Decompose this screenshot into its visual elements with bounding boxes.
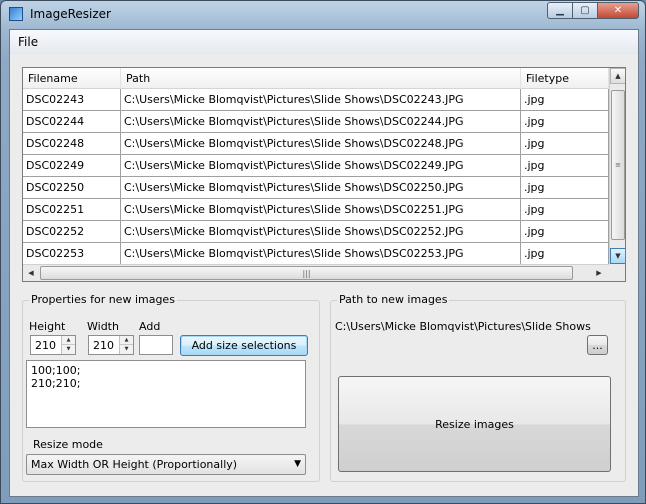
minimize-icon: ▁ — [556, 5, 564, 16]
close-icon: ✕ — [613, 5, 623, 16]
filename-cell[interactable]: DSC02243 — [23, 89, 121, 110]
title-bar[interactable]: ImageResizer ▁ ▢ ✕ — [1, 1, 645, 28]
column-header-filename[interactable]: Filename — [23, 68, 121, 89]
path-cell[interactable]: C:\Users\Micke Blomqvist\Pictures\Slide … — [121, 221, 521, 242]
stepper-up-icon[interactable]: ▲ — [62, 336, 75, 345]
menu-file[interactable]: File — [18, 35, 38, 49]
path-group-title: Path to new images — [337, 293, 450, 306]
filetype-cell[interactable]: .jpg — [521, 177, 609, 198]
properties-group-title: Properties for new images — [29, 293, 177, 306]
grid-rows: DSC02243 C:\Users\Micke Blomqvist\Picture… — [23, 89, 609, 265]
output-path: C:\Users\Micke Blomqvist\Pictures\Slide … — [335, 320, 591, 333]
stepper-up-icon[interactable]: ▲ — [120, 336, 133, 345]
file-grid[interactable]: Filename Path Filetype DSC02243 C:\Users\… — [22, 67, 626, 282]
path-cell[interactable]: C:\Users\Micke Blomqvist\Pictures\Slide … — [121, 133, 521, 154]
minimize-button[interactable]: ▁ — [547, 2, 573, 19]
resize-images-button[interactable]: Resize images — [338, 376, 611, 472]
filename-cell[interactable]: DSC02250 — [23, 177, 121, 198]
table-row[interactable]: DSC02244 C:\Users\Micke Blomqvist\Picture… — [23, 111, 609, 133]
table-row[interactable]: DSC02249 C:\Users\Micke Blomqvist\Picture… — [23, 155, 609, 177]
height-value: 210 — [35, 339, 56, 352]
filename-cell[interactable]: DSC02251 — [23, 199, 121, 220]
table-row[interactable]: DSC02250 C:\Users\Micke Blomqvist\Picture… — [23, 177, 609, 199]
add-label: Add — [139, 320, 161, 333]
app-window: ImageResizer ▁ ▢ ✕ File Filename Path Fi… — [0, 0, 646, 504]
filename-cell[interactable]: DSC02248 — [23, 133, 121, 154]
add-input[interactable] — [139, 335, 173, 355]
size-selections-textarea[interactable]: 100;100; 210;210; — [26, 360, 306, 428]
scroll-up-icon[interactable]: ▲ — [610, 68, 625, 84]
scroll-down-icon[interactable]: ▼ — [610, 248, 625, 264]
filetype-cell[interactable]: .jpg — [521, 133, 609, 154]
width-stepper[interactable]: 210 ▲ ▼ — [88, 335, 134, 355]
window-title: ImageResizer — [30, 7, 111, 21]
horizontal-scroll-thumb[interactable]: ||| — [40, 266, 573, 280]
width-value: 210 — [93, 339, 114, 352]
filetype-cell[interactable]: .jpg — [521, 89, 609, 110]
close-button[interactable]: ✕ — [597, 2, 639, 19]
horizontal-scrollbar[interactable]: ◀ ||| ▶ — [23, 264, 609, 281]
filetype-cell[interactable]: .jpg — [521, 199, 609, 220]
maximize-icon: ▢ — [580, 5, 590, 16]
chevron-down-icon: ▼ — [294, 459, 301, 469]
maximize-button[interactable]: ▢ — [572, 2, 598, 19]
menu-bar: File — [10, 30, 638, 54]
path-cell[interactable]: C:\Users\Micke Blomqvist\Pictures\Slide … — [121, 177, 521, 198]
table-row[interactable]: DSC02248 C:\Users\Micke Blomqvist\Picture… — [23, 133, 609, 155]
path-cell[interactable]: C:\Users\Micke Blomqvist\Pictures\Slide … — [121, 89, 521, 110]
add-size-selections-button[interactable]: Add size selections — [180, 335, 308, 356]
filename-cell[interactable]: DSC02252 — [23, 221, 121, 242]
table-row[interactable]: DSC02253 C:\Users\Micke Blomqvist\Picture… — [23, 243, 609, 265]
scrollbar-corner — [609, 264, 625, 281]
filename-cell[interactable]: DSC02253 — [23, 243, 121, 264]
path-cell[interactable]: C:\Users\Micke Blomqvist\Pictures\Slide … — [121, 111, 521, 132]
table-row[interactable]: DSC02251 C:\Users\Micke Blomqvist\Picture… — [23, 199, 609, 221]
resize-mode-select[interactable]: Max Width OR Height (Proportionally) ▼ — [26, 454, 306, 475]
resize-mode-value: Max Width OR Height (Proportionally) — [31, 458, 238, 471]
filetype-cell[interactable]: .jpg — [521, 111, 609, 132]
path-cell[interactable]: C:\Users\Micke Blomqvist\Pictures\Slide … — [121, 155, 521, 176]
browse-button[interactable]: ... — [587, 335, 608, 355]
stepper-down-icon[interactable]: ▼ — [62, 345, 75, 354]
height-stepper[interactable]: 210 ▲ ▼ — [30, 335, 76, 355]
height-label: Height — [29, 320, 66, 333]
column-header-path[interactable]: Path — [121, 68, 521, 89]
resize-mode-label: Resize mode — [33, 438, 103, 451]
scroll-right-icon[interactable]: ▶ — [591, 265, 607, 281]
client-area: File Filename Path Filetype DSC02243 C:\U… — [9, 29, 639, 497]
stepper-down-icon[interactable]: ▼ — [120, 345, 133, 354]
grid-header: Filename Path Filetype — [23, 68, 609, 89]
filetype-cell[interactable]: .jpg — [521, 221, 609, 242]
vertical-scroll-thumb[interactable]: ≡ — [611, 90, 625, 240]
filename-cell[interactable]: DSC02244 — [23, 111, 121, 132]
column-header-filetype[interactable]: Filetype — [521, 68, 609, 89]
scroll-left-icon[interactable]: ◀ — [23, 265, 39, 281]
path-cell[interactable]: C:\Users\Micke Blomqvist\Pictures\Slide … — [121, 199, 521, 220]
path-cell[interactable]: C:\Users\Micke Blomqvist\Pictures\Slide … — [121, 243, 521, 264]
filetype-cell[interactable]: .jpg — [521, 243, 609, 264]
table-row[interactable]: DSC02243 C:\Users\Micke Blomqvist\Picture… — [23, 89, 609, 111]
width-label: Width — [87, 320, 119, 333]
app-icon — [9, 7, 23, 21]
filename-cell[interactable]: DSC02249 — [23, 155, 121, 176]
filetype-cell[interactable]: .jpg — [521, 155, 609, 176]
vertical-scrollbar[interactable]: ▲ ≡ ▼ — [609, 68, 625, 264]
table-row[interactable]: DSC02252 C:\Users\Micke Blomqvist\Picture… — [23, 221, 609, 243]
